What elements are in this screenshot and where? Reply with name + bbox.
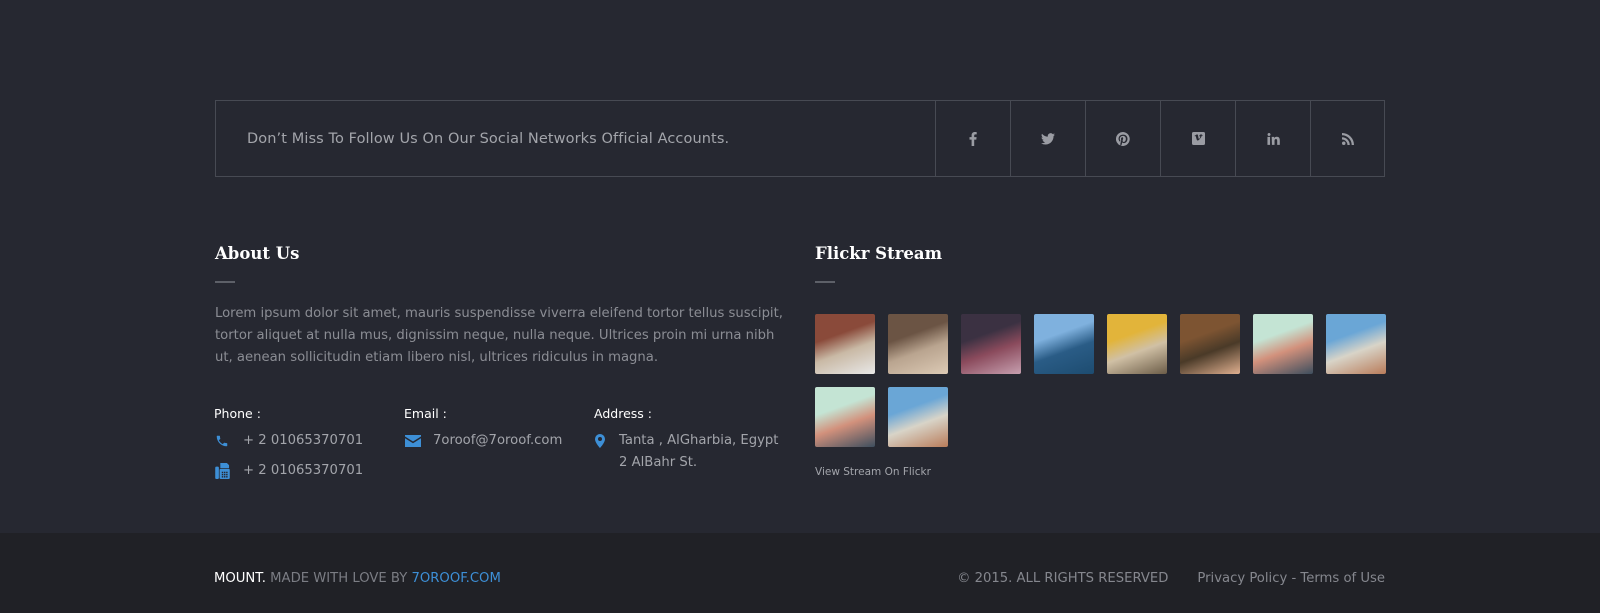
flickr-thumbnail[interactable] — [1034, 314, 1094, 374]
social-follow-text: Don’t Miss To Follow Us On Our Social Ne… — [247, 130, 730, 147]
address-line-2: 2 AlBahr St. — [619, 455, 698, 470]
linkedin-icon — [1266, 132, 1280, 145]
social-bar: Don’t Miss To Follow Us On Our Social Ne… — [215, 100, 1385, 177]
phone-row: + 2 01065370701 — [215, 430, 405, 452]
phone-label: Phone : — [214, 406, 261, 421]
title-divider — [215, 281, 235, 283]
flickr-thumbnail[interactable] — [1107, 314, 1167, 374]
flickr-thumbnail[interactable] — [815, 314, 875, 374]
footer-bottom-bar: MOUNT. MADE WITH LOVE BY 7OROOF.COM © 20… — [0, 533, 1600, 613]
address-label: Address : — [594, 406, 652, 421]
copyright-text: © 2015. ALL RIGHTS RESERVED — [957, 571, 1169, 586]
rss-link[interactable] — [1310, 101, 1384, 176]
address-line-1: Tanta , AlGharbia, Egypt — [619, 433, 779, 448]
legal-separator: - — [1287, 571, 1301, 586]
linkedin-link[interactable] — [1235, 101, 1310, 176]
about-section: About Us Lorem ipsum dolor sit amet, mau… — [214, 240, 785, 482]
footer-columns: About Us Lorem ipsum dolor sit amet, mau… — [214, 240, 1386, 482]
credits: MOUNT. MADE WITH LOVE BY 7OROOF.COM — [214, 571, 501, 586]
privacy-policy-link[interactable]: Privacy Policy — [1197, 571, 1287, 586]
flickr-thumbnail[interactable] — [1326, 314, 1386, 374]
email-label: Email : — [404, 406, 447, 421]
map-marker-icon — [595, 430, 619, 452]
pinterest-icon — [1116, 131, 1130, 146]
author-link[interactable]: 7OROOF.COM — [412, 571, 501, 586]
flickr-grid — [815, 314, 1395, 460]
email-link[interactable]: 7oroof@7oroof.com — [433, 430, 562, 452]
about-title: About Us — [215, 244, 300, 263]
envelope-icon — [405, 430, 433, 452]
legal-info: © 2015. ALL RIGHTS RESERVED Privacy Poli… — [957, 571, 1385, 586]
phone-number: + 2 01065370701 — [243, 433, 364, 448]
facebook-link[interactable] — [935, 101, 1010, 176]
email-block: Email : 7oroof@7oroof.com — [404, 404, 595, 482]
address-row: Tanta , AlGharbia, Egypt 2 AlBahr St. — [595, 430, 785, 474]
rss-icon — [1341, 132, 1354, 145]
social-links — [935, 101, 1384, 176]
made-with-text: MADE WITH LOVE BY — [270, 571, 408, 586]
facebook-icon — [969, 131, 977, 146]
twitter-link[interactable] — [1010, 101, 1085, 176]
phone-block: Phone : + 2 01065370701 + 2 01065370701 — [214, 404, 405, 482]
flickr-thumbnail[interactable] — [1180, 314, 1240, 374]
brand-name: MOUNT. — [214, 571, 266, 586]
about-text: Lorem ipsum dolor sit amet, mauris suspe… — [215, 306, 783, 365]
title-divider — [815, 281, 835, 283]
footer-main: Don’t Miss To Follow Us On Our Social Ne… — [0, 0, 1600, 533]
email-row: 7oroof@7oroof.com — [405, 430, 595, 452]
contact-info: Phone : + 2 01065370701 + 2 01065370701 — [214, 404, 785, 482]
twitter-icon — [1041, 132, 1055, 145]
legal-links: Privacy Policy - Terms of Use — [1197, 571, 1385, 586]
fax-icon — [215, 460, 243, 482]
terms-of-use-link[interactable]: Terms of Use — [1300, 571, 1385, 586]
fax-row: + 2 01065370701 — [215, 460, 405, 482]
phone-icon — [215, 430, 243, 452]
flickr-thumbnail[interactable] — [815, 387, 875, 447]
address-text: Tanta , AlGharbia, Egypt 2 AlBahr St. — [619, 430, 778, 474]
flickr-thumbnail[interactable] — [888, 387, 948, 447]
pinterest-link[interactable] — [1085, 101, 1160, 176]
flickr-thumbnail[interactable] — [888, 314, 948, 374]
flickr-title: Flickr Stream — [815, 244, 943, 263]
flickr-thumbnail[interactable] — [961, 314, 1021, 374]
vimeo-icon — [1191, 132, 1205, 145]
address-block: Address : Tanta , AlGharbia, Egypt 2 AlB… — [594, 404, 785, 482]
view-stream-link[interactable]: View Stream On Flickr — [815, 466, 1385, 478]
flickr-thumbnail[interactable] — [1253, 314, 1313, 374]
fax-number: + 2 01065370701 — [243, 463, 364, 478]
vimeo-link[interactable] — [1160, 101, 1235, 176]
flickr-section: Flickr Stream View Stream On Flickr — [815, 240, 1386, 478]
